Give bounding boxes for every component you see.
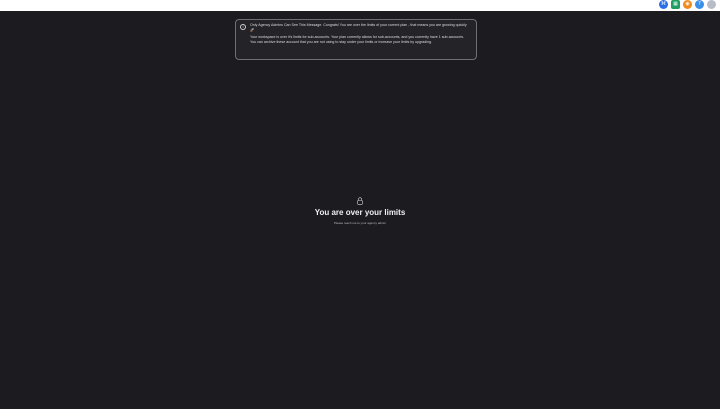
- page-subtitle: Please reach out to your agency admin: [333, 221, 387, 225]
- banner-line-2: Your workspace is over it's limits for s…: [250, 35, 465, 44]
- page-title: You are over your limits: [314, 208, 406, 217]
- link-icon[interactable]: ⌘: [659, 0, 668, 9]
- apps-icon[interactable]: ▦: [671, 0, 680, 9]
- admin-warning-banner: i Only Agency Admins Can See This Messag…: [235, 19, 477, 60]
- top-bar: ⌘ ▦ ◉ ?: [0, 0, 720, 11]
- lock-icon: [357, 197, 363, 205]
- banner-line-1: Only Agency Admins Can See This Message.…: [250, 23, 467, 32]
- top-icons: ⌘ ▦ ◉ ?: [659, 0, 716, 9]
- info-icon: i: [240, 24, 246, 30]
- notifications-icon[interactable]: ◉: [683, 0, 692, 9]
- help-icon[interactable]: ?: [695, 0, 704, 9]
- limits-message: You are over your limits Please reach ou…: [0, 197, 720, 225]
- avatar[interactable]: [707, 0, 716, 9]
